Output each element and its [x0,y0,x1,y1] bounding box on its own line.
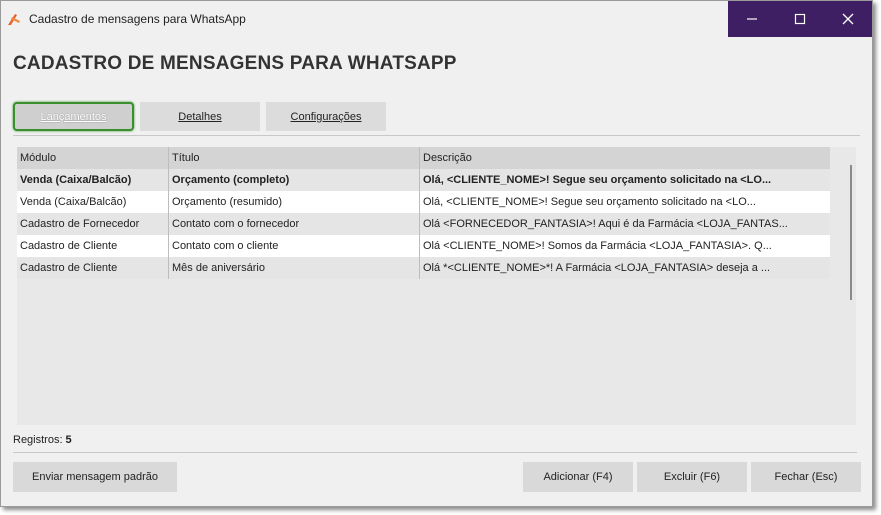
table-header: Módulo Título Descrição [17,147,830,169]
table-row[interactable]: Cadastro de Fornecedor Contato com o for… [17,213,830,235]
maximize-icon [794,13,806,25]
tab-detalhes[interactable]: Detalhes [140,102,260,131]
app-logo-icon [6,11,22,27]
tab-divider [13,135,860,136]
cell-descricao: Olá <FORNECEDOR_FANTASIA>! Aqui é da Far… [419,213,830,235]
add-button[interactable]: Adicionar (F4) [523,462,633,492]
footer-divider [13,452,857,453]
send-default-message-button[interactable]: Enviar mensagem padrão [13,462,177,492]
column-header-titulo[interactable]: Título [168,147,419,169]
cell-titulo: Contato com o fornecedor [168,213,419,235]
page-title: CADASTRO DE MENSAGENS PARA WHATSAPP [13,53,457,74]
minimize-button[interactable] [728,1,776,37]
cell-modulo: Cadastro de Cliente [20,262,118,274]
tab-lancamentos[interactable]: Lançamentos [13,102,134,131]
record-count: Registros: 5 [13,434,72,446]
cell-descricao: Olá *<CLIENTE_NOME>*! A Farmácia <LOJA_F… [419,257,830,279]
column-header-modulo[interactable]: Módulo [17,147,168,169]
main-window: Cadastro de mensagens para WhatsApp CADA… [0,0,873,507]
vertical-scrollbar[interactable] [846,165,856,423]
minimize-icon [747,18,757,20]
record-count-value: 5 [65,434,72,446]
column-header-descricao[interactable]: Descrição [419,147,830,169]
cell-descricao: Olá, <CLIENTE_NOME>! Segue seu orçamento… [419,169,830,191]
record-count-label: Registros: [13,434,63,446]
cell-modulo: Venda (Caixa/Balcão) [20,174,132,186]
window-controls [728,1,872,37]
table-row[interactable]: Venda (Caixa/Balcão) Orçamento (completo… [17,169,830,191]
table-row[interactable]: Cadastro de Cliente Contato com o client… [17,235,830,257]
cell-modulo: Venda (Caixa/Balcão) [20,196,127,208]
cell-titulo: Contato com o cliente [168,235,419,257]
delete-button[interactable]: Excluir (F6) [637,462,747,492]
close-icon [842,13,854,25]
cell-modulo: Cadastro de Fornecedor [20,218,140,230]
tab-configuracoes[interactable]: Configurações [266,102,386,131]
scrollbar-thumb[interactable] [850,165,852,300]
messages-grid[interactable]: Módulo Título Descrição Venda (Caixa/Bal… [17,147,856,425]
title-bar: Cadastro de mensagens para WhatsApp [1,1,872,37]
maximize-button[interactable] [776,1,824,37]
cell-titulo: Orçamento (resumido) [168,191,419,213]
cell-titulo: Mês de aniversário [168,257,419,279]
window-title: Cadastro de mensagens para WhatsApp [29,12,246,26]
cell-descricao: Olá, <CLIENTE_NOME>! Segue seu orçamento… [419,191,830,213]
cell-modulo: Cadastro de Cliente [20,240,118,252]
cell-descricao: Olá <CLIENTE_NOME>! Somos da Farmácia <L… [419,235,830,257]
table-row[interactable]: Cadastro de Cliente Mês de aniversário O… [17,257,830,279]
close-dialog-button[interactable]: Fechar (Esc) [751,462,861,492]
close-button[interactable] [824,1,872,37]
cell-titulo: Orçamento (completo) [168,169,419,191]
table-row[interactable]: Venda (Caixa/Balcão) Orçamento (resumido… [17,191,830,213]
